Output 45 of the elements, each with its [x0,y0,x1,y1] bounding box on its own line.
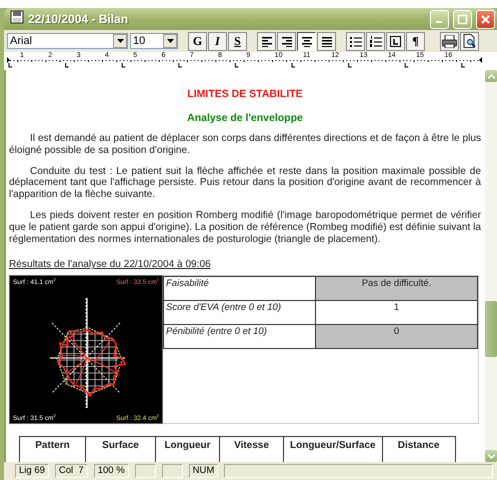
italic-button[interactable]: I [208,32,227,50]
close-button[interactable] [476,10,495,28]
print-preview-icon[interactable] [463,34,476,48]
bullets-button[interactable] [346,32,365,50]
align-right-button[interactable] [277,32,296,50]
table-cell: Pas de difficulté. [316,276,478,301]
tab-stop-icon[interactable] [390,36,401,46]
status-panel: Lig 69 [15,464,49,478]
bulleted-list-icon[interactable] [350,36,362,46]
paragraph: Conduite du test : Le patient suit la flèche affichée et reste dans la position maximale possible de déplacement tant que l'affichage persiste. Puis retour dans la position d'origine avant de recommencer à l'apparition de la flèche suivante. [9,166,481,201]
numbered-list-icon[interactable] [370,36,382,46]
table-cell: Pénibilité (entre 0 et 10) [164,324,316,349]
paragraph: Il est demandé au patient de déplacer son corps dans différentes directions et de façon à être le plus éloigné possible de sa position d'origine. [9,133,481,157]
report-subtitle: Analyse de l'enveloppe [186,112,304,124]
status-panel: NUM [188,464,218,478]
report-title: LIMITES DE STABILITE [186,88,304,100]
table-cell: Score d'EVA (entre 0 et 10) [164,300,316,325]
printer-icon[interactable] [442,34,457,48]
underline-button[interactable]: S [228,32,247,50]
window-title: 22/10/2004 - Bilan [28,12,130,26]
status-panel [134,464,156,478]
status-panel: 100 % [94,464,129,478]
status-panel: Col 7 [54,464,88,478]
scroll-thumb[interactable] [485,301,497,357]
tab-button[interactable] [386,32,405,50]
size-dropdown[interactable]: 10 [130,33,178,49]
align-right-icon[interactable] [280,36,292,46]
close-icon[interactable] [480,14,491,24]
align-center-icon[interactable] [300,36,312,46]
align-center-button[interactable] [297,32,316,50]
preview-button[interactable] [460,32,479,50]
align-left-icon[interactable] [260,36,272,46]
align-justify-icon[interactable] [320,36,332,46]
paragraph-marks-button[interactable]: ¶ [406,32,425,50]
align-justify-button[interactable] [317,32,336,50]
font-dropdown[interactable]: Arial [7,33,128,49]
table-cell: Faisabilité [164,276,316,301]
table-cell: 0 [316,324,478,349]
align-left-button[interactable] [257,32,276,50]
bold-button[interactable]: G [188,32,207,50]
status-panel [162,464,183,478]
results-heading: Résultats de l'analyse du 22/10/2004 à 09:06 [9,259,211,270]
paragraph: Les pieds doivent rester en position Romberg modifié (l'image baropodométrique permet de vérifier que le patient garde son appui d'origine). La position de référence (Rombeg modifié) est définie suivant la réglementation des normes internationales de posturologie (triangle de placement). [9,210,481,246]
print-button[interactable] [440,32,459,50]
numbering-button[interactable] [366,32,385,50]
